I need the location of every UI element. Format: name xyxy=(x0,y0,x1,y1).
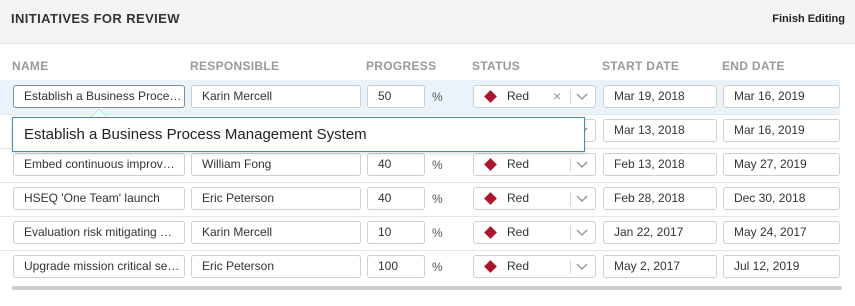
end-date-input[interactable]: Dec 30, 2018 xyxy=(723,187,840,210)
status-select[interactable]: Red xyxy=(473,153,596,176)
status-label: Red xyxy=(507,157,530,171)
clear-icon[interactable]: × xyxy=(553,86,561,107)
row-divider xyxy=(0,216,840,217)
horizontal-scrollbar[interactable] xyxy=(12,286,842,290)
responsible-input[interactable]: Eric Peterson xyxy=(191,255,361,278)
row-divider xyxy=(0,250,840,251)
column-header-progress[interactable]: PROGRESS xyxy=(366,59,436,73)
percent-label: % xyxy=(432,192,443,206)
select-divider xyxy=(570,260,571,274)
progress-input[interactable]: 40 xyxy=(367,187,425,210)
end-date-input[interactable]: May 24, 2017 xyxy=(723,221,840,244)
status-diamond-icon xyxy=(484,158,497,171)
chevron-down-icon[interactable] xyxy=(575,160,589,170)
start-date-input[interactable]: Feb 13, 2018 xyxy=(603,153,717,176)
percent-label: % xyxy=(432,90,443,104)
end-date-input[interactable]: May 27, 2019 xyxy=(723,153,840,176)
progress-input[interactable]: 40 xyxy=(367,153,425,176)
select-divider xyxy=(570,90,571,104)
progress-input[interactable]: 50 xyxy=(367,85,425,108)
name-input[interactable]: HSEQ 'One Team' launch xyxy=(13,187,185,210)
column-header-end-date[interactable]: END DATE xyxy=(722,59,785,73)
name-input[interactable]: Embed continuous improv… xyxy=(13,153,185,176)
column-header-name[interactable]: NAME xyxy=(12,59,49,73)
status-diamond-icon xyxy=(484,260,497,273)
column-header-status[interactable]: STATUS xyxy=(472,59,520,73)
chevron-down-icon[interactable] xyxy=(575,92,589,102)
start-date-input[interactable]: May 2, 2017 xyxy=(603,255,717,278)
select-divider xyxy=(570,158,571,172)
chevron-down-icon[interactable] xyxy=(575,262,589,272)
row-divider xyxy=(0,114,840,115)
name-tooltip: Establish a Business Process Management … xyxy=(12,117,585,152)
responsible-input[interactable]: Karin Mercell xyxy=(191,85,361,108)
start-date-input[interactable]: Mar 13, 2018 xyxy=(603,119,717,142)
end-date-input[interactable]: Mar 16, 2019 xyxy=(723,85,840,108)
status-diamond-icon xyxy=(484,192,497,205)
status-label: Red xyxy=(507,225,530,239)
column-header-start-date[interactable]: START DATE xyxy=(602,59,679,73)
column-header-responsible[interactable]: RESPONSIBLE xyxy=(190,59,279,73)
name-input[interactable]: Evaluation risk mitigating … xyxy=(13,221,185,244)
row-divider xyxy=(0,182,840,183)
chevron-down-icon[interactable] xyxy=(575,228,589,238)
finish-editing-button[interactable]: Finish Editing xyxy=(772,13,845,25)
page-title: INITIATIVES FOR REVIEW xyxy=(11,11,180,26)
responsible-input[interactable]: Karin Mercell xyxy=(191,221,361,244)
responsible-input[interactable]: Eric Peterson xyxy=(191,187,361,210)
page-header: INITIATIVES FOR REVIEW Finish Editing xyxy=(0,0,855,44)
status-select[interactable]: Red xyxy=(473,255,596,278)
status-label: Red xyxy=(507,89,530,103)
status-diamond-icon xyxy=(484,226,497,239)
responsible-input[interactable]: William Fong xyxy=(191,153,361,176)
select-divider xyxy=(570,226,571,240)
name-input[interactable]: Upgrade mission critical se… xyxy=(13,255,185,278)
start-date-input[interactable]: Feb 28, 2018 xyxy=(603,187,717,210)
status-label: Red xyxy=(507,259,530,273)
progress-input[interactable]: 100 xyxy=(367,255,425,278)
percent-label: % xyxy=(432,226,443,240)
end-date-input[interactable]: Jul 12, 2019 xyxy=(723,255,840,278)
status-select[interactable]: Red × xyxy=(473,85,596,108)
status-diamond-icon xyxy=(484,90,497,103)
status-select[interactable]: Red xyxy=(473,187,596,210)
name-input[interactable]: Establish a Business Proce… xyxy=(13,85,185,108)
status-label: Red xyxy=(507,191,530,205)
end-date-input[interactable]: Mar 16, 2019 xyxy=(723,119,840,142)
percent-label: % xyxy=(432,158,443,172)
percent-label: % xyxy=(432,260,443,274)
chevron-down-icon[interactable] xyxy=(575,194,589,204)
select-divider xyxy=(570,192,571,206)
start-date-input[interactable]: Jan 22, 2017 xyxy=(603,221,717,244)
start-date-input[interactable]: Mar 19, 2018 xyxy=(603,85,717,108)
status-select[interactable]: Red xyxy=(473,221,596,244)
progress-input[interactable]: 10 xyxy=(367,221,425,244)
